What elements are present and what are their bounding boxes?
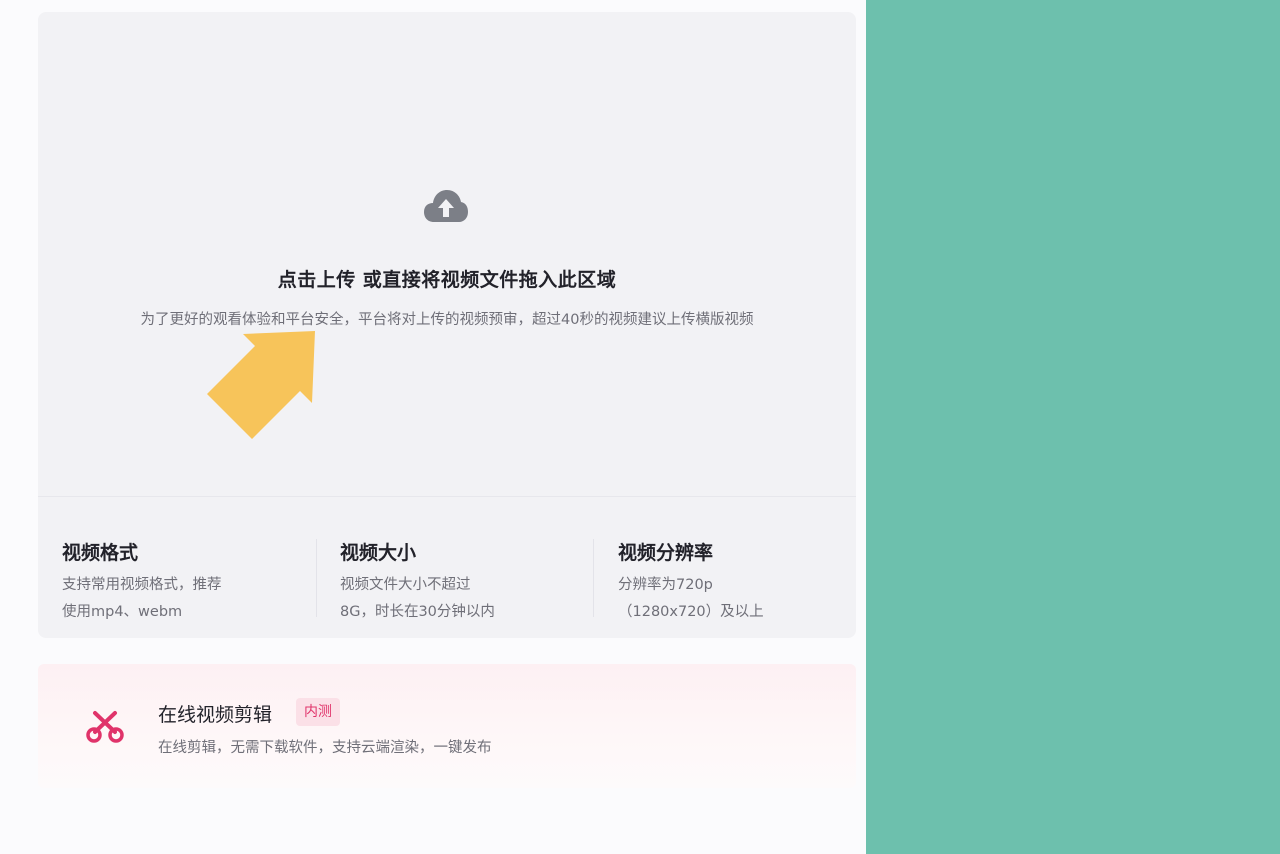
spec-desc: 分辨率为720p （1280x720）及以上 — [618, 572, 764, 626]
side-panel — [866, 0, 1280, 854]
upload-title: 点击上传 或直接将视频文件拖入此区域 — [277, 269, 617, 291]
spec-size: 视频大小 视频文件大小不超过 8G，时长在30分钟以内 — [340, 497, 590, 638]
cloud-upload-icon — [424, 190, 468, 222]
editor-title: 在线视频剪辑 — [158, 704, 273, 726]
spec-desc-line: （1280x720）及以上 — [618, 604, 764, 620]
spec-format: 视频格式 支持常用视频格式，推荐 使用mp4、webm — [62, 497, 312, 638]
spec-list: 视频格式 支持常用视频格式，推荐 使用mp4、webm 视频大小 视频文件大小不… — [38, 497, 856, 638]
spec-resolution: 视频分辨率 分辨率为720p （1280x720）及以上 — [618, 497, 848, 638]
spec-desc: 支持常用视频格式，推荐 使用mp4、webm — [62, 572, 222, 626]
beta-badge: 内测 — [296, 698, 340, 726]
upload-card: 点击上传 或直接将视频文件拖入此区域 为了更好的观看体验和平台安全，平台将对上传… — [38, 12, 856, 638]
spec-title: 视频大小 — [340, 542, 417, 564]
upload-note: 为了更好的观看体验和平台安全，平台将对上传的视频预审，超过40秒的视频建议上传横… — [140, 312, 754, 328]
spec-desc-line: 使用mp4、webm — [62, 604, 183, 620]
spec-title: 视频分辨率 — [618, 542, 714, 564]
online-editor-card[interactable]: 在线视频剪辑 内测 在线剪辑，无需下载软件，支持云端渲染，一键发布 — [38, 664, 856, 788]
upload-panel: 点击上传 或直接将视频文件拖入此区域 为了更好的观看体验和平台安全，平台将对上传… — [0, 0, 866, 854]
scissors-icon — [86, 711, 124, 743]
spec-separator — [593, 539, 594, 617]
spec-desc-line: 视频文件大小不超过 — [340, 577, 471, 593]
spec-separator — [316, 539, 317, 617]
spec-title: 视频格式 — [62, 542, 139, 564]
upload-dropzone[interactable]: 点击上传 或直接将视频文件拖入此区域 为了更好的观看体验和平台安全，平台将对上传… — [38, 12, 856, 496]
spec-desc-line: 8G，时长在30分钟以内 — [340, 604, 495, 620]
spec-desc-line: 支持常用视频格式，推荐 — [62, 577, 222, 593]
spec-desc-line: 分辨率为720p — [618, 577, 713, 593]
spec-desc: 视频文件大小不超过 8G，时长在30分钟以内 — [340, 572, 495, 626]
editor-desc: 在线剪辑，无需下载软件，支持云端渲染，一键发布 — [158, 740, 492, 756]
arrow-pointer-icon — [207, 331, 315, 439]
